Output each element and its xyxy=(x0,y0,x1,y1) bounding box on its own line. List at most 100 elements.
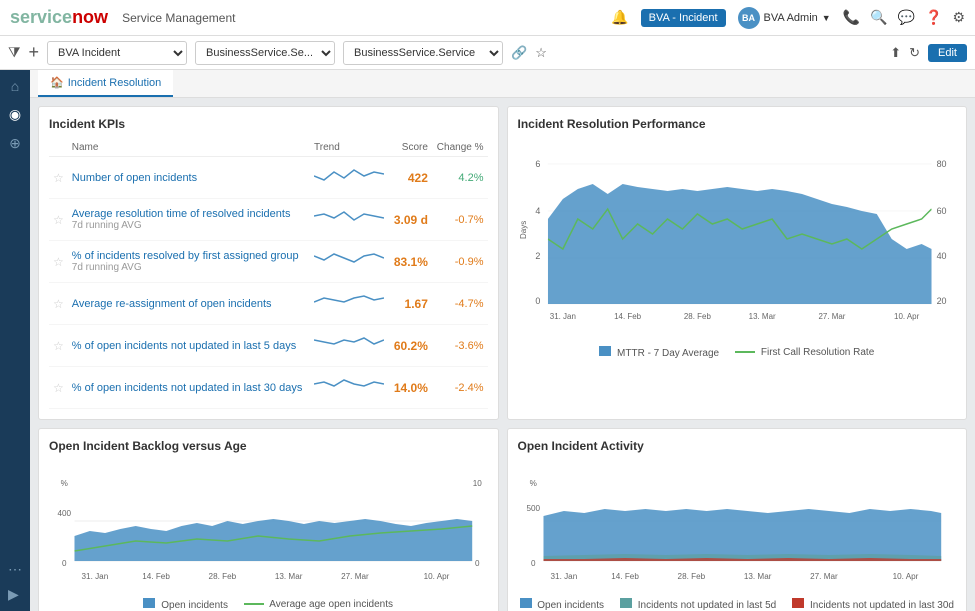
dashboard: Incident KPIs Name Trend Score Change % xyxy=(30,98,975,611)
star-toggle[interactable]: ☆ xyxy=(53,213,64,227)
fcr-legend-label: First Call Resolution Rate xyxy=(761,347,874,358)
kpi-name-link[interactable]: Average resolution time of resolved inci… xyxy=(72,208,291,220)
header-right: 🔔 BVA - Incident BA BVA Admin ▼ 📞 🔍 💬 ❓ … xyxy=(611,7,965,29)
avatar: BA xyxy=(738,7,760,29)
chat-icon[interactable]: 💬 xyxy=(898,9,915,26)
sparkline-chart xyxy=(314,246,384,274)
sidebar-dashboard-icon[interactable]: ◉ xyxy=(9,106,21,123)
kpi-sub-label: 7d running AVG xyxy=(72,220,306,231)
logo-service: service xyxy=(10,7,72,27)
tab-home-icon: 🏠 xyxy=(50,76,64,89)
svg-text:40: 40 xyxy=(936,251,946,261)
table-row: ☆ % of incidents resolved by first assig… xyxy=(49,241,488,283)
activity-chart-svg: % 500 0 31. Jan 14. Feb 28. Feb xyxy=(518,461,957,591)
svg-text:28. Feb: 28. Feb xyxy=(683,312,711,321)
svg-text:20: 20 xyxy=(936,296,946,306)
link-icon[interactable]: 🔗 xyxy=(511,45,527,61)
star-toggle[interactable]: ☆ xyxy=(53,171,64,185)
star-toggle[interactable]: ☆ xyxy=(53,381,64,395)
svg-text:60: 60 xyxy=(936,206,946,216)
star-toggle[interactable]: ☆ xyxy=(53,255,64,269)
backlog-age-line xyxy=(244,603,264,605)
svg-text:27. Mar: 27. Mar xyxy=(341,572,369,581)
incident-dropdown[interactable]: BVA - Incident xyxy=(641,9,726,27)
svg-text:13. Mar: 13. Mar xyxy=(743,572,771,581)
kpi-name-link[interactable]: % of incidents resolved by first assigne… xyxy=(72,250,299,262)
fcr-legend-item: First Call Resolution Rate xyxy=(735,347,874,358)
kpi-change: -3.6% xyxy=(455,340,484,352)
svg-text:13. Mar: 13. Mar xyxy=(275,572,303,581)
backlog-title: Open Incident Backlog versus Age xyxy=(49,439,488,453)
backlog-chart-container: % 400 0 10 0 31. Jan 14. Feb 28. F xyxy=(49,461,488,611)
svg-text:10. Apr: 10. Apr xyxy=(424,572,450,581)
kpi-sub-label: 7d running AVG xyxy=(72,262,306,273)
activity-legend: Open incidents Incidents not updated in … xyxy=(518,598,957,611)
kpi-score: 3.09 d xyxy=(394,213,428,227)
kpi-name-link[interactable]: Average re-assignment of open incidents xyxy=(72,298,272,310)
sidebar-dots-icon[interactable]: ⋯ xyxy=(8,561,22,578)
svg-text:31. Jan: 31. Jan xyxy=(550,572,577,581)
backlog-age-label: Average age open incidents xyxy=(269,599,393,610)
svg-text:27. Mar: 27. Mar xyxy=(818,312,845,321)
activity-card: Open Incident Activity % 500 0 xyxy=(507,428,968,611)
refresh-icon[interactable]: ↻ xyxy=(909,45,920,61)
svg-text:27. Mar: 27. Mar xyxy=(810,572,838,581)
sparkline-chart xyxy=(314,372,384,400)
resolution-chart-legend: MTTR - 7 Day Average First Call Resoluti… xyxy=(518,346,957,359)
svg-text:31. Jan: 31. Jan xyxy=(549,312,575,321)
bell-icon[interactable]: 🔔 xyxy=(611,9,628,26)
filter-icon[interactable]: ⧩ xyxy=(8,44,21,61)
svg-text:14. Feb: 14. Feb xyxy=(614,312,642,321)
svg-text:%: % xyxy=(61,479,68,488)
add-button[interactable]: + xyxy=(29,42,40,63)
help-icon[interactable]: ❓ xyxy=(925,9,942,26)
table-row: ☆ % of open incidents not updated in las… xyxy=(49,367,488,409)
share-icon[interactable]: ⬆ xyxy=(890,45,901,61)
star-icon[interactable]: ☆ xyxy=(535,45,547,61)
kpi-name-link[interactable]: Number of open incidents xyxy=(72,172,197,184)
activity-5d-box xyxy=(620,598,632,608)
edit-button[interactable]: Edit xyxy=(928,44,967,62)
activity-open-legend: Open incidents xyxy=(520,598,605,611)
sidebar-play-icon[interactable]: ▶ xyxy=(8,586,22,603)
table-row: ☆ Number of open incidents 422 4.2% xyxy=(49,157,488,199)
resolution-chart-container: 6 4 2 0 Days 80 60 40 20 xyxy=(518,139,957,359)
toolbar: ⧩ + BVA Incident BusinessService.Se... B… xyxy=(0,36,975,70)
star-toggle[interactable]: ☆ xyxy=(53,339,64,353)
resolution-chart-title: Incident Resolution Performance xyxy=(518,117,957,131)
col-score: Score xyxy=(389,139,432,157)
incident-filter-select[interactable]: BVA Incident xyxy=(47,41,187,65)
svg-text:10. Apr: 10. Apr xyxy=(892,572,918,581)
kpi-table: Name Trend Score Change % ☆ Number of op… xyxy=(49,139,488,409)
logo-area: servicenow Service Management xyxy=(10,7,235,28)
sidebar-home-icon[interactable]: ⌂ xyxy=(11,78,19,94)
search-icon[interactable]: 🔍 xyxy=(870,9,887,26)
kpi-name-link[interactable]: % of open incidents not updated in last … xyxy=(72,340,296,352)
svg-text:28. Feb: 28. Feb xyxy=(677,572,705,581)
svg-text:4: 4 xyxy=(535,206,540,216)
business-service-filter-select[interactable]: BusinessService.Se... xyxy=(195,41,335,65)
service-filter-select[interactable]: BusinessService.Service xyxy=(343,41,503,65)
svg-text:0: 0 xyxy=(531,559,536,568)
kpi-name-link[interactable]: % of open incidents not updated in last … xyxy=(72,382,303,394)
sidebar-network-icon[interactable]: ⊕ xyxy=(9,135,21,152)
kpi-change: 4.2% xyxy=(458,172,483,184)
tab-incident-resolution[interactable]: 🏠 Incident Resolution xyxy=(38,70,173,97)
backlog-legend: Open incidents Average age open incident… xyxy=(49,598,488,611)
kpi-score: 1.67 xyxy=(405,297,428,311)
user-menu[interactable]: BA BVA Admin ▼ xyxy=(738,7,831,29)
activity-open-box xyxy=(520,598,532,608)
kpi-score: 60.2% xyxy=(394,339,428,353)
star-toggle[interactable]: ☆ xyxy=(53,297,64,311)
svg-text:13. Mar: 13. Mar xyxy=(748,312,775,321)
sidebar: ⌂ ◉ ⊕ ⋯ ▶ xyxy=(0,70,30,611)
layout: ⌂ ◉ ⊕ ⋯ ▶ 🏠 Incident Resolution Incident… xyxy=(0,70,975,611)
activity-30d-legend: Incidents not updated in last 30d xyxy=(792,598,954,611)
table-row: ☆ Average resolution time of resolved in… xyxy=(49,199,488,241)
svg-text:%: % xyxy=(529,479,536,488)
phone-icon[interactable]: 📞 xyxy=(843,9,860,26)
user-dropdown-arrow: ▼ xyxy=(822,13,831,23)
kpi-change: -4.7% xyxy=(455,298,484,310)
tab-bar: 🏠 Incident Resolution xyxy=(30,70,975,98)
settings-icon[interactable]: ⚙ xyxy=(952,9,965,26)
